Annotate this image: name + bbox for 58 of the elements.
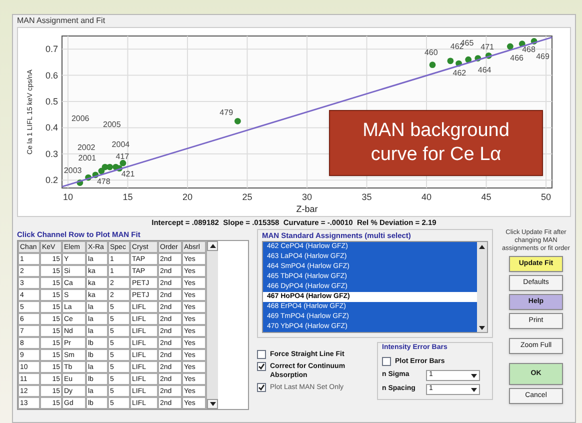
- point-label: 2002: [77, 142, 96, 152]
- data-point: [485, 52, 492, 59]
- scrollbar[interactable]: [206, 241, 218, 409]
- data-point: [474, 55, 482, 62]
- y-tick-label: 0.7: [45, 44, 58, 54]
- x-tick-label: 50: [541, 192, 552, 202]
- x-tick-label: 35: [362, 192, 372, 202]
- point-label: 2003: [64, 166, 82, 175]
- checkbox[interactable]: [257, 383, 266, 392]
- point-label: 2006: [71, 114, 90, 123]
- point-label: 460: [424, 48, 438, 57]
- checkbox[interactable]: [257, 350, 266, 359]
- x-tick-label: 45: [481, 192, 492, 202]
- data-point: [429, 62, 436, 68]
- point-label: 2001: [78, 154, 96, 163]
- point-label: 479: [220, 108, 234, 118]
- scroll-down-icon[interactable]: [479, 326, 485, 330]
- caret-icon: [471, 374, 477, 378]
- point-label: 421: [121, 169, 135, 178]
- scrollbar[interactable]: [477, 242, 487, 332]
- x-tick-label: 10: [62, 192, 73, 202]
- data-point: [530, 38, 538, 44]
- point-label: 2005: [103, 120, 121, 130]
- point-label: 478: [96, 177, 110, 186]
- scroll-down-icon[interactable]: [210, 402, 216, 406]
- x-tick-label: 20: [182, 192, 192, 202]
- point-label: 462: [452, 68, 466, 78]
- caret-icon: [471, 388, 477, 392]
- data-point: [465, 56, 472, 63]
- point-label: 464: [478, 65, 492, 74]
- data-point: [456, 60, 462, 67]
- point-label: 2004: [112, 140, 130, 150]
- scroll-up-icon[interactable]: [479, 244, 485, 248]
- data-point: [447, 58, 454, 64]
- checkbox[interactable]: [382, 357, 391, 366]
- checkbox[interactable]: [257, 362, 266, 371]
- data-point: [518, 40, 526, 48]
- point-label: 471: [480, 42, 494, 52]
- x-tick-label: 15: [122, 192, 133, 202]
- x-tick-label: 40: [422, 192, 432, 202]
- point-label: 417: [116, 152, 130, 162]
- x-tick-label: 25: [242, 192, 252, 202]
- x-tick-label: 30: [302, 192, 312, 202]
- data-point: [506, 43, 514, 50]
- data-point: [234, 118, 241, 124]
- point-label: 468: [522, 44, 536, 54]
- y-tick-label: 0.5: [45, 96, 58, 107]
- annotation-callout: MAN background curve for Ce Lα: [329, 110, 543, 176]
- point-label: 469: [536, 52, 550, 62]
- data-point: [76, 180, 84, 186]
- scroll-up-icon[interactable]: [210, 244, 216, 248]
- y-tick-label: 0.2: [45, 175, 58, 186]
- y-tick-label: 0.4: [45, 122, 58, 133]
- point-label: 466: [510, 53, 524, 62]
- y-tick-label: 0.6: [45, 70, 58, 80]
- window-title: MAN Assignment and Fit: [16, 15, 106, 27]
- x-axis-title: Z-bar: [296, 204, 318, 214]
- y-tick-label: 0.3: [45, 148, 58, 159]
